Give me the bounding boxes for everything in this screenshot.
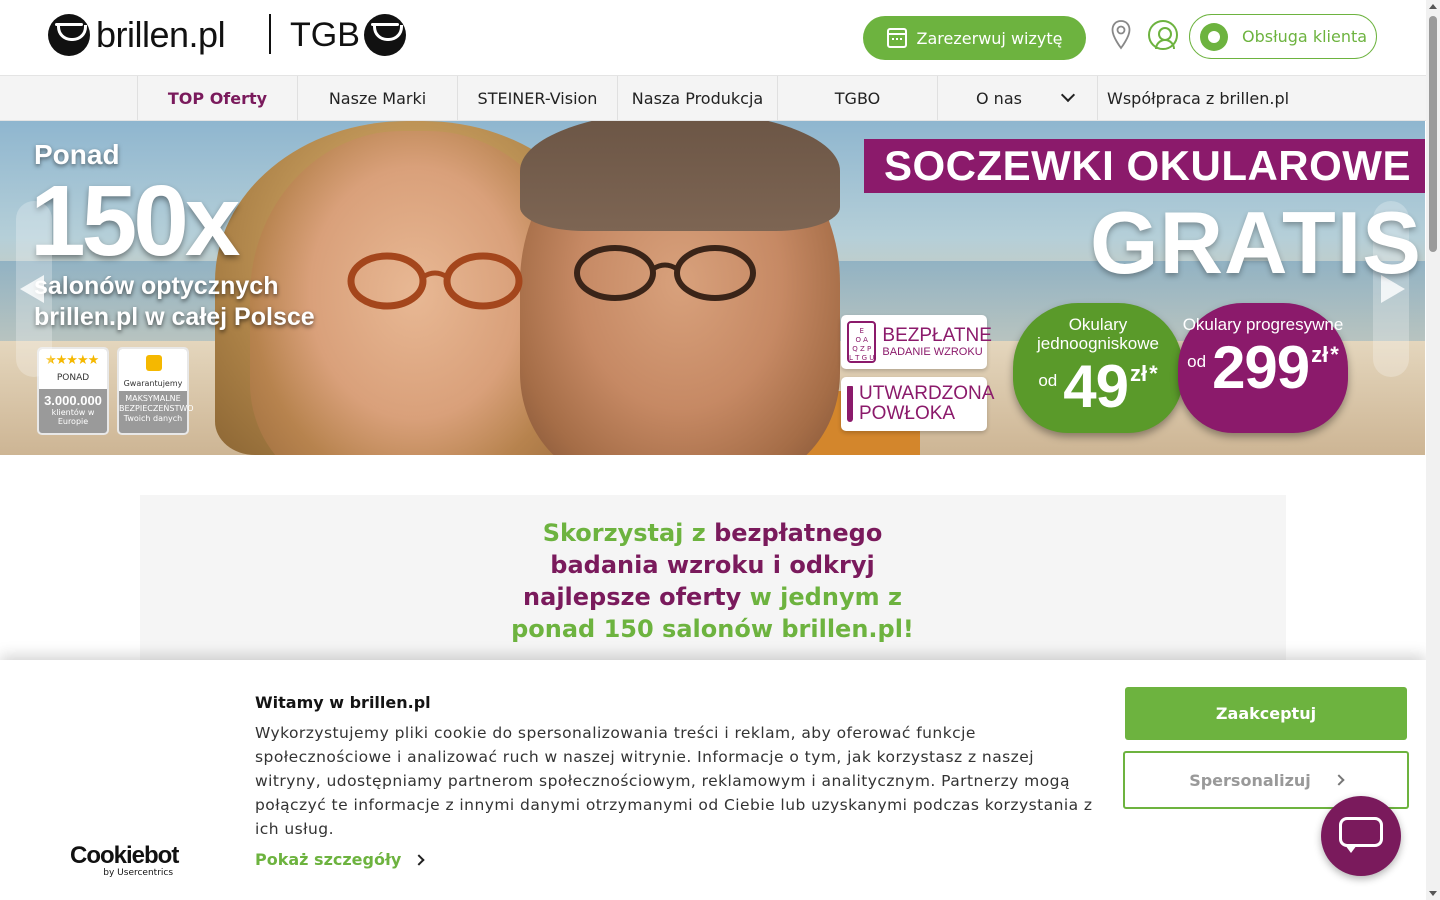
chevron-right-icon [413, 853, 426, 866]
stars-icon: ★★★★★ [45, 353, 99, 368]
nav-item-label: O nas [976, 88, 1022, 108]
cookiebot-logo: Cookiebot by Usercentrics [70, 842, 179, 879]
chat-bubble-icon [1339, 817, 1383, 847]
support-agent-icon [1200, 22, 1228, 51]
main-nav: TOP Oferty Nasze Marki STEINER-Vision Na… [0, 75, 1426, 121]
nav-item-label: STEINER-Vision [477, 88, 598, 108]
security-badge-top-label: Gwarantujemy [123, 379, 183, 388]
chevron-down-icon [1060, 87, 1076, 103]
price-progressive-od: od [1187, 352, 1207, 371]
nav-item-our-production[interactable]: Nasza Produkcja [617, 76, 777, 120]
hero-man-hair [520, 121, 840, 231]
nav-item-label: TGBO [834, 88, 881, 108]
book-visit-label: Zarezerwuj wizytę [916, 28, 1063, 48]
logo-divider [269, 14, 271, 54]
free-eye-exam-title: BEZPŁATNE [882, 325, 992, 346]
book-visit-button[interactable]: Zarezerwuj wizytę [863, 16, 1086, 60]
nav-item-tgbo[interactable]: TGBO [777, 76, 937, 120]
promo-title: SOCZEWKI OKULAROWE [864, 139, 1425, 193]
price-single-star: * [1149, 361, 1158, 386]
tgb-logo-text: TGB [290, 15, 360, 54]
scroll-up-arrow-icon[interactable] [1429, 4, 1437, 9]
price-progressive-unit: zł [1311, 342, 1329, 367]
cookie-text: Wykorzystujemy pliki cookie do spersonal… [255, 724, 1093, 838]
security-badge: Gwarantujemy MAKSYMALNE BEZPIECZEŃSTWO T… [117, 347, 194, 435]
customer-service-label: Obsługa klienta [1242, 27, 1368, 46]
page: brillen.pl TGB Zarezerwuj wizytę Obsługa… [0, 0, 1440, 900]
tgb-logo-mark-icon [363, 14, 406, 56]
clients-badge-top-label: PONAD [56, 373, 90, 383]
promo-gratis: GRATIS [1090, 193, 1422, 292]
free-eye-exam-chip: E O A Q Z P L T G U BEZPŁATNE BADANIE WZ… [841, 315, 992, 369]
nav-item-label: Współpraca z brillen.pl [1107, 88, 1290, 108]
price-progressive-label: Okulary progresywne [1182, 315, 1344, 334]
clients-badge-sub: klientów w Europie [51, 408, 95, 426]
hardened-coating-title: UTWARDZONA [859, 383, 995, 404]
page-scrollbar[interactable] [1426, 0, 1440, 900]
nav-item-steiner-vision[interactable]: STEINER-Vision [457, 76, 617, 120]
hero-banner[interactable]: Ponad 150x salonów optycznych brillen.pl… [0, 121, 1425, 455]
calendar-icon [886, 28, 907, 48]
nav-item-cooperation[interactable]: Współpraca z brillen.pl [1097, 76, 1297, 120]
nav-item-our-brands[interactable]: Nasze Marki [297, 76, 457, 120]
accept-cookies-button[interactable]: Zaakceptuj [1125, 687, 1407, 740]
info-text-part1: Skorzystaj z [542, 519, 715, 547]
nav-item-top-offers[interactable]: TOP Oferty [137, 76, 297, 120]
price-progressive-value: 299 [1212, 334, 1310, 401]
price-progressive-row: od 299 zł * [1178, 336, 1348, 400]
price-single-od: od [1038, 371, 1058, 390]
cookie-details-link[interactable]: Pokaż szczegóły [255, 850, 426, 869]
price-progressive-star: * [1330, 342, 1339, 367]
security-badge-sub: MAKSYMALNE BEZPIECZEŃSTWO Twoich danych [119, 394, 194, 423]
hardened-coating-sub: POWŁOKA [859, 403, 956, 424]
shield-check-icon [847, 386, 853, 422]
price-single-unit: zł [1129, 361, 1148, 386]
nav-item-label: TOP Oferty [167, 88, 268, 108]
cookie-banner: Cookiebot by Usercentrics Witamy w brill… [0, 660, 1426, 900]
nav-item-label: Nasza Produkcja [631, 88, 764, 108]
brillen-logo-mark-icon [48, 14, 90, 56]
cookiebot-logo-text: Cookiebot [70, 842, 179, 869]
cookie-title: Witamy w brillen.pl [255, 693, 431, 712]
eye-chart-icon: E O A Q Z P L T G U [847, 321, 877, 363]
nav-item-about-us[interactable]: O nas [937, 76, 1097, 120]
user-account-icon[interactable] [1148, 20, 1178, 50]
dark-glasses-icon [574, 245, 756, 301]
chat-widget-button[interactable] [1321, 796, 1401, 876]
accept-cookies-label: Zaakceptuj [1215, 704, 1317, 723]
hero-count-text: 150x [30, 165, 240, 277]
carousel-prev-arrow-icon[interactable] [16, 201, 52, 377]
clients-badge-number: 3.000.000 [44, 393, 102, 408]
free-eye-exam-sub: BADANIE WZROKU [882, 346, 983, 358]
cookie-details-label: Pokaż szczegóły [255, 850, 402, 869]
security-badge-top: Gwarantujemy [119, 349, 187, 391]
header: brillen.pl TGB Zarezerwuj wizytę Obsługa… [0, 0, 1426, 75]
tgb-logo[interactable]: TGB [290, 14, 412, 56]
price-single-label: Okulary jednoogniskowe [1037, 315, 1159, 353]
customize-cookies-label: Spersonalizuj [1189, 770, 1311, 790]
padlock-icon [146, 355, 162, 371]
price-single-value: 49 [1063, 353, 1129, 420]
chat-bubble-tail [1345, 845, 1357, 853]
chevron-right-icon [1333, 774, 1345, 786]
price-single-row: od 49 zł * [1013, 355, 1183, 419]
price-progressive: Okulary progresywne od 299 zł * [1178, 303, 1348, 433]
scroll-thumb[interactable] [1429, 16, 1437, 252]
brillen-logo[interactable]: brillen.pl [48, 14, 226, 56]
price-single-vision: Okulary jednoogniskowe od 49 zł * [1013, 303, 1183, 433]
scroll-down-arrow-icon[interactable] [1429, 891, 1437, 896]
cookiebot-logo-sub: by Usercentrics [103, 868, 174, 878]
hero-salons-text: salonów optycznych brillen.pl w całej Po… [34, 272, 315, 331]
hardened-coating-chip: UTWARDZONA POWŁOKA [841, 377, 994, 431]
nav-item-label: Nasze Marki [328, 88, 427, 108]
customer-service-button[interactable]: Obsługa klienta [1189, 14, 1377, 59]
brillen-logo-text: brillen.pl [96, 14, 226, 55]
info-text: Skorzystaj z bezpłatnego badania wzroku … [500, 517, 925, 645]
tortoise-glasses-icon [347, 252, 523, 310]
location-pin-icon[interactable] [1111, 20, 1131, 50]
